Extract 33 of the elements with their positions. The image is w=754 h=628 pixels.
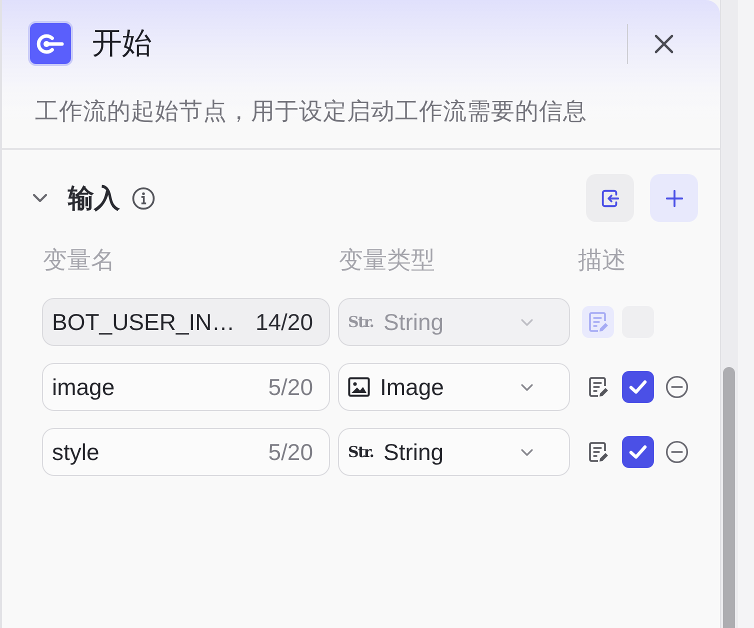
variable-name-field[interactable]: style 5/20 bbox=[42, 428, 330, 476]
minus-circle-icon[interactable] bbox=[665, 440, 689, 464]
column-header: 变量名 bbox=[42, 246, 116, 276]
box-arrow-left-icon bbox=[600, 188, 620, 208]
character-count: 5/20 bbox=[268, 438, 313, 466]
import-button[interactable] bbox=[586, 174, 634, 222]
close-icon[interactable] bbox=[654, 34, 674, 54]
plus-icon bbox=[664, 188, 684, 208]
document-edit-icon bbox=[586, 310, 610, 334]
picture-icon bbox=[348, 377, 370, 397]
checkmark-icon bbox=[628, 444, 648, 460]
checkbox[interactable] bbox=[622, 371, 654, 403]
checkbox[interactable] bbox=[622, 436, 654, 468]
column-header: 描述 bbox=[578, 246, 627, 276]
scrollbar-thumb[interactable] bbox=[723, 367, 735, 628]
panel-title: 开始 bbox=[92, 26, 152, 62]
type-select[interactable]: Str. String bbox=[338, 428, 570, 476]
column-header: 变量类型 bbox=[338, 246, 436, 276]
character-count: 5/20 bbox=[268, 374, 313, 400]
info-icon[interactable] bbox=[132, 186, 155, 210]
section-title: 输入 bbox=[68, 182, 120, 214]
character-count: 14/20 bbox=[255, 308, 313, 336]
minus-circle-icon[interactable] bbox=[665, 375, 689, 399]
checkmark-icon bbox=[628, 379, 648, 395]
panel-description: 工作流的起始节点，用于设定启动工作流需要的信息 bbox=[35, 97, 588, 126]
type-abbreviation: Str. bbox=[348, 443, 374, 461]
document-edit-icon bbox=[586, 440, 610, 464]
start-node-icon bbox=[28, 21, 73, 66]
document-edit-icon bbox=[586, 375, 610, 399]
add-button[interactable] bbox=[650, 174, 698, 222]
type-abbreviation: Str. bbox=[348, 313, 374, 331]
variable-name-field[interactable]: image 5/20 bbox=[42, 363, 330, 411]
type-select[interactable]: Image bbox=[338, 363, 570, 411]
